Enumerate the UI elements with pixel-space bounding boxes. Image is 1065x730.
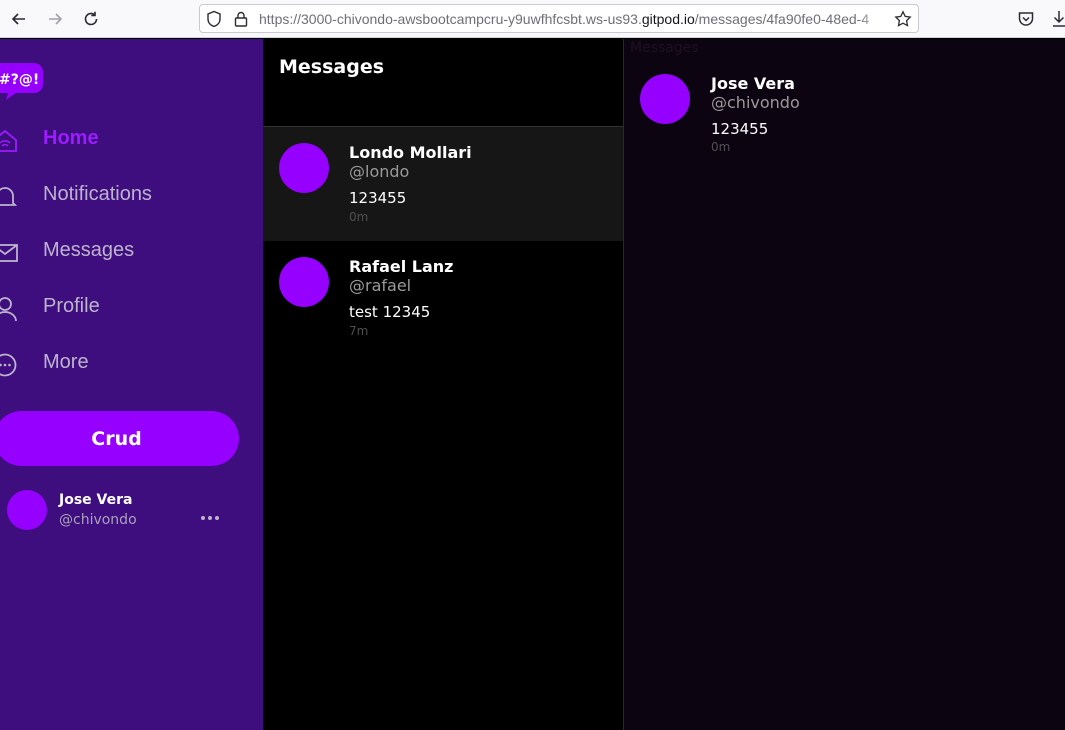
more-options-icon[interactable] <box>200 506 220 520</box>
avatar <box>279 257 329 307</box>
url-fade <box>858 7 888 30</box>
group-display-name: Londo Mollari <box>349 143 472 162</box>
url-suffix: /messages/4fa90fe0-48ed-4 <box>694 11 870 27</box>
sidebar-item-notifications[interactable]: Notifications <box>0 176 263 216</box>
sidebar-item-home[interactable]: Home <box>0 120 263 160</box>
avatar <box>640 74 690 124</box>
forward-arrow-icon[interactable] <box>44 8 66 30</box>
app-logo-text: #?@! <box>0 72 39 88</box>
group-handle: @rafael <box>349 276 412 295</box>
sidebar: #?@! Home Notifications Messages Profile… <box>0 39 263 730</box>
crud-button[interactable]: Crud <box>0 411 239 466</box>
sidebar-item-label: Notifications <box>43 183 152 205</box>
group-timestamp: 0m <box>349 210 369 224</box>
reload-icon[interactable] <box>80 8 102 30</box>
profile-card[interactable]: Jose Vera @chivondo <box>0 487 263 537</box>
more-circle-icon <box>0 353 18 377</box>
url-prefix: https://3000-chivondo-awsbootcampcru-y9u… <box>259 11 642 27</box>
group-handle: @londo <box>349 162 410 181</box>
profile-handle: @chivondo <box>59 512 137 528</box>
sidebar-item-label: Profile <box>43 295 100 317</box>
lock-icon[interactable] <box>233 10 249 32</box>
message-handle: @chivondo <box>711 93 800 112</box>
message-group-item[interactable]: Rafael Lanz @rafael test 12345 7m <box>263 241 623 355</box>
message-group-item[interactable]: Londo Mollari @londo 123455 0m <box>263 127 623 241</box>
message-groups-feed: Messages Londo Mollari @londo 123455 0m … <box>263 39 623 730</box>
home-icon <box>0 129 18 153</box>
conversation-feed: Messages Jose Vera @chivondo 123455 0m <box>623 39 1065 730</box>
envelope-icon <box>0 241 18 265</box>
sidebar-item-more[interactable]: More <box>0 344 263 384</box>
browser-toolbar: https://3000-chivondo-awsbootcampcru-y9u… <box>0 0 1065 38</box>
sidebar-item-label: Messages <box>43 239 135 261</box>
app-logo[interactable]: #?@! <box>0 59 44 101</box>
sidebar-item-messages[interactable]: Messages <box>0 232 263 272</box>
group-timestamp: 7m <box>349 324 369 338</box>
url-domain: gitpod.io <box>641 11 695 27</box>
conversation-heading: Messages <box>630 40 699 56</box>
sidebar-item-label: Home <box>43 127 99 149</box>
pocket-icon[interactable] <box>1017 10 1035 32</box>
sidebar-item-label: More <box>43 351 89 373</box>
shield-icon[interactable] <box>206 10 222 32</box>
star-icon[interactable] <box>894 10 912 32</box>
sidebar-item-profile[interactable]: Profile <box>0 288 263 328</box>
url-bar[interactable]: https://3000-chivondo-awsbootcampcru-y9u… <box>199 4 919 33</box>
avatar <box>7 490 47 530</box>
profile-name: Jose Vera <box>59 492 133 508</box>
back-arrow-icon[interactable] <box>8 8 30 30</box>
message-timestamp: 0m <box>711 140 731 154</box>
message-body: 123455 <box>711 120 769 138</box>
group-message-preview: test 12345 <box>349 303 431 321</box>
page-title: Messages <box>279 56 385 78</box>
bell-icon <box>0 185 18 209</box>
message-groups-header: Messages <box>263 39 623 127</box>
group-display-name: Rafael Lanz <box>349 257 454 276</box>
avatar <box>279 143 329 193</box>
group-message-preview: 123455 <box>349 189 407 207</box>
person-icon <box>0 297 18 322</box>
url-text[interactable]: https://3000-chivondo-awsbootcampcru-y9u… <box>259 11 889 27</box>
message-display-name: Jose Vera <box>711 74 795 93</box>
download-icon[interactable] <box>1052 9 1065 33</box>
